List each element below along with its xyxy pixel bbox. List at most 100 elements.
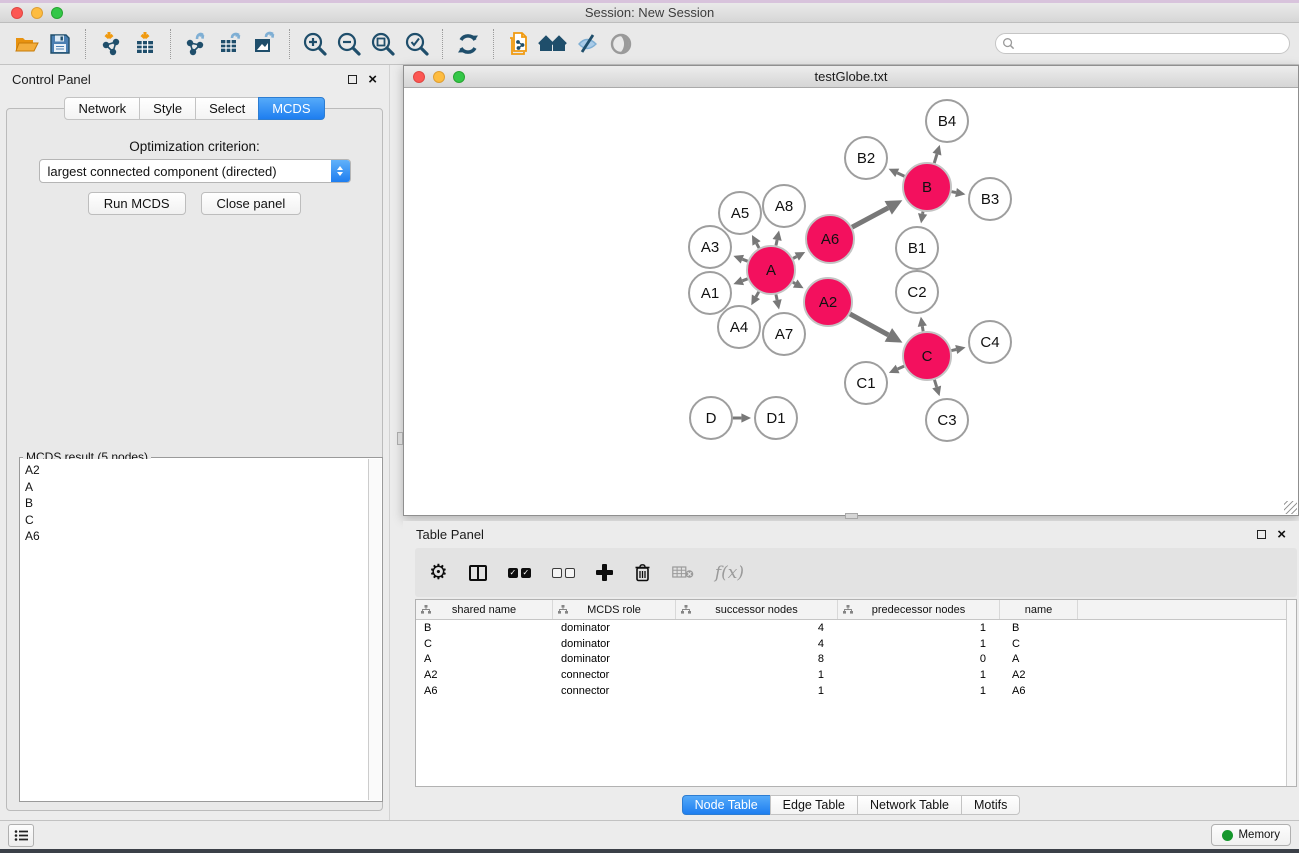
result-item[interactable]: A — [25, 479, 368, 496]
hide-selection-button[interactable] — [570, 27, 604, 61]
export-network-icon — [183, 30, 210, 57]
tab-motifs[interactable]: Motifs — [961, 795, 1020, 815]
close-network-window-button[interactable] — [413, 71, 425, 83]
table-cell: 1 — [838, 685, 1000, 697]
splitter-handle-vertical[interactable] — [397, 432, 403, 445]
zoom-fit-button[interactable] — [366, 27, 400, 61]
tab-mcds[interactable]: MCDS — [258, 97, 324, 120]
edge-C-C1[interactable] — [898, 366, 905, 369]
zoom-selected-button[interactable] — [400, 27, 434, 61]
tab-network[interactable]: Network — [64, 97, 140, 120]
edge-B-B4[interactable] — [934, 154, 937, 163]
zoom-window-button[interactable] — [51, 7, 63, 19]
edge-C-C2[interactable] — [922, 326, 923, 331]
new-network-from-selection-button[interactable] — [502, 27, 536, 61]
select-all-icon[interactable]: ✓✓ — [508, 568, 531, 578]
result-item[interactable]: C — [25, 512, 368, 529]
minimize-network-window-button[interactable] — [433, 71, 445, 83]
memory-button[interactable]: Memory — [1211, 824, 1291, 846]
table-row[interactable]: A2connector11A2 — [416, 667, 1296, 683]
result-item[interactable]: A6 — [25, 528, 368, 545]
table-row[interactable]: A6connector11A6 — [416, 683, 1296, 699]
tab-node-table[interactable]: Node Table — [682, 795, 771, 815]
export-network-button[interactable] — [179, 27, 213, 61]
window-resize-grip[interactable] — [1284, 501, 1297, 514]
table-row[interactable]: Adominator80A — [416, 652, 1296, 668]
control-panel-header: Control Panel × — [0, 65, 389, 93]
open-session-button[interactable] — [9, 27, 43, 61]
optimization-criterion-dropdown[interactable]: largest connected component (directed) — [39, 159, 351, 183]
float-panel-icon[interactable] — [348, 75, 357, 84]
edge-B-B2[interactable] — [897, 173, 904, 176]
close-window-button[interactable] — [11, 7, 23, 19]
table-cell: 4 — [676, 622, 838, 634]
edge-A-A7[interactable] — [776, 294, 777, 300]
table-row[interactable]: Bdominator41B — [416, 620, 1296, 636]
export-image-icon — [251, 30, 278, 57]
table-cell: connector — [553, 685, 676, 697]
save-session-button[interactable] — [43, 27, 77, 61]
float-table-panel-icon[interactable] — [1257, 530, 1266, 539]
edge-A2-C[interactable] — [850, 314, 888, 335]
column-header-MCDS-role[interactable]: MCDS role — [553, 600, 676, 619]
import-network-button[interactable] — [94, 27, 128, 61]
column-header-predecessor-nodes[interactable]: predecessor nodes — [838, 600, 1000, 619]
edge-A-A2[interactable] — [793, 282, 795, 283]
run-mcds-button[interactable]: Run MCDS — [88, 192, 186, 215]
edge-A6-B[interactable] — [852, 208, 888, 227]
table-row[interactable]: Cdominator41C — [416, 636, 1296, 652]
edge-A-A8[interactable] — [776, 240, 777, 246]
zoom-out-button[interactable] — [332, 27, 366, 61]
add-row-icon[interactable] — [596, 564, 613, 581]
export-image-button[interactable] — [247, 27, 281, 61]
first-neighbors-icon — [538, 31, 568, 57]
column-header-shared-name[interactable]: shared name — [416, 600, 553, 619]
tab-select[interactable]: Select — [195, 97, 259, 120]
task-history-button[interactable] — [8, 824, 34, 847]
edge-A-A5[interactable] — [757, 243, 760, 248]
network-window-titlebar[interactable]: testGlobe.txt — [404, 66, 1298, 88]
result-scrollbar[interactable] — [368, 459, 381, 800]
node-label-A3: A3 — [701, 239, 719, 256]
minimize-window-button[interactable] — [31, 7, 43, 19]
node-label-A7: A7 — [775, 326, 793, 343]
edge-B-B3[interactable] — [952, 192, 956, 193]
search-field[interactable] — [995, 33, 1290, 54]
network-canvas[interactable]: B4B2BB3A8A5A6A3B1AC2A1A2A4A7C4CC1DD1C3 — [404, 88, 1298, 515]
import-table-button[interactable] — [128, 27, 162, 61]
column-header-successor-nodes[interactable]: successor nodes — [676, 600, 838, 619]
table-scrollbar[interactable] — [1286, 600, 1296, 786]
dropdown-stepper-icon — [331, 160, 350, 182]
close-panel-icon[interactable]: × — [368, 75, 377, 84]
splitter-handle-horizontal[interactable] — [845, 513, 858, 519]
column-type-icon — [843, 605, 853, 614]
node-label-B3: B3 — [981, 191, 999, 208]
result-item[interactable]: B — [25, 495, 368, 512]
tab-network-table[interactable]: Network Table — [857, 795, 962, 815]
result-item[interactable]: A2 — [25, 462, 368, 479]
tab-edge-table[interactable]: Edge Table — [770, 795, 858, 815]
first-neighbors-button[interactable] — [536, 27, 570, 61]
network-window-title: testGlobe.txt — [815, 69, 888, 84]
zoom-network-window-button[interactable] — [453, 71, 465, 83]
deselect-all-icon[interactable] — [552, 568, 575, 578]
search-input[interactable] — [1019, 37, 1283, 51]
edge-A-A6[interactable] — [793, 256, 797, 258]
show-all-button[interactable] — [604, 27, 638, 61]
edge-A-A3[interactable] — [742, 259, 747, 261]
delete-row-icon[interactable] — [634, 563, 651, 582]
export-table-button[interactable] — [213, 27, 247, 61]
edge-A-A4[interactable] — [756, 292, 759, 297]
table-settings-icon[interactable]: ⚙ — [429, 562, 448, 583]
show-columns-icon[interactable] — [469, 565, 487, 581]
column-header-name[interactable]: name — [1000, 600, 1078, 619]
refresh-button[interactable] — [451, 27, 485, 61]
close-panel-button[interactable]: Close panel — [201, 192, 302, 215]
edge-C-C4[interactable] — [951, 350, 956, 351]
zoom-in-button[interactable] — [298, 27, 332, 61]
edge-A-A1[interactable] — [742, 279, 747, 281]
tab-style[interactable]: Style — [139, 97, 196, 120]
edge-C-C3[interactable] — [934, 380, 936, 387]
close-table-panel-icon[interactable]: × — [1277, 530, 1286, 539]
table-cell: A — [416, 653, 553, 665]
